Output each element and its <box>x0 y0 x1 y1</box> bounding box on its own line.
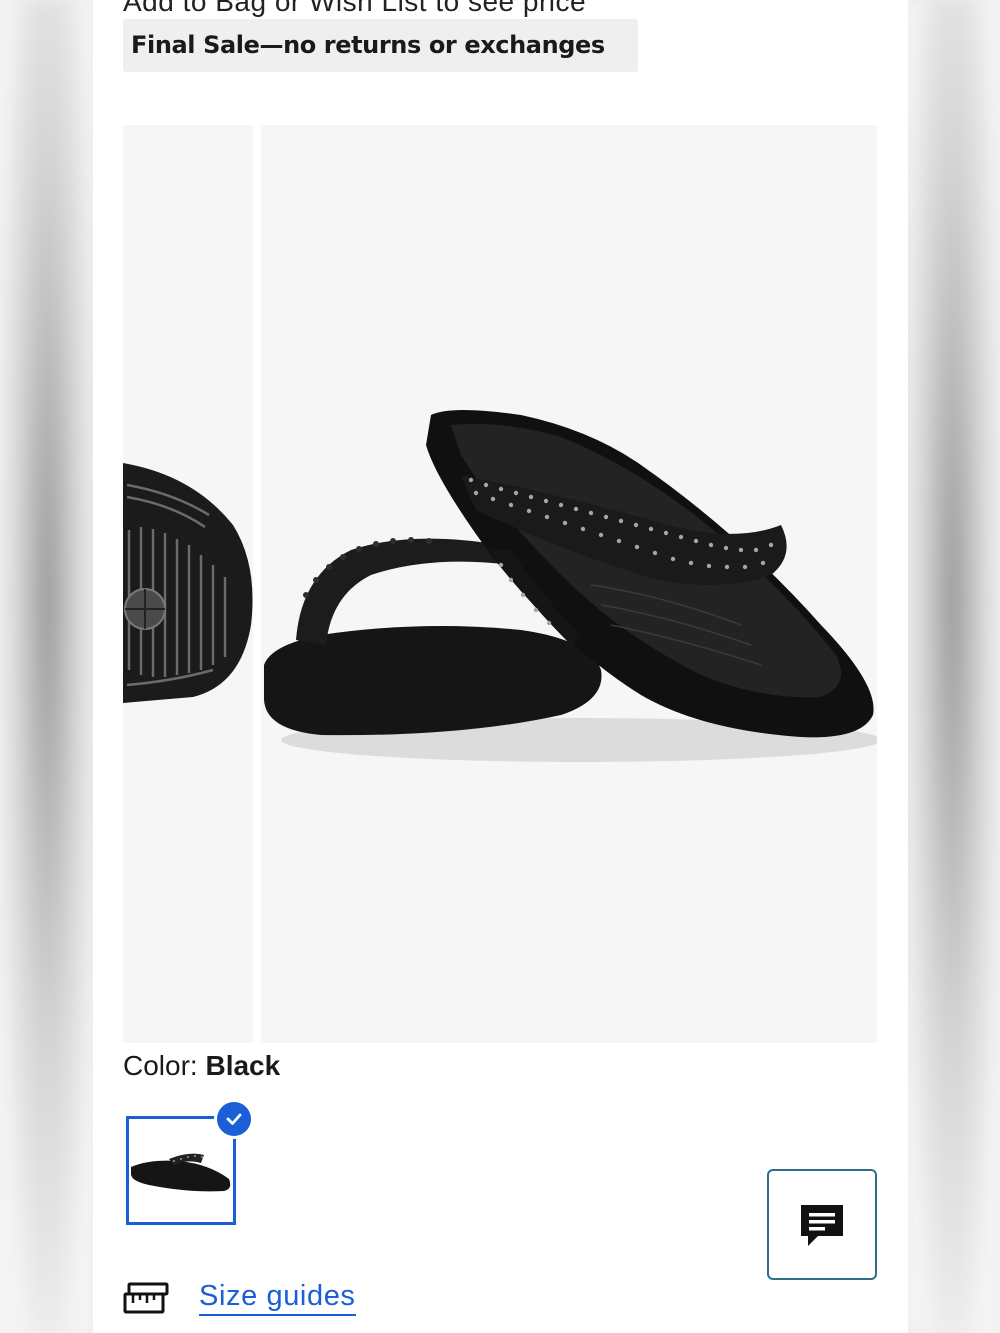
size-guides-row[interactable]: Size guides <box>123 1276 356 1320</box>
color-label: Color: <box>123 1050 198 1081</box>
sandal-pair-image <box>264 410 877 762</box>
final-sale-banner: Final Sale—no returns or exchanges <box>123 19 638 72</box>
sandal-thumbnail-image <box>131 1153 231 1192</box>
size-guides-link[interactable]: Size guides <box>199 1280 356 1316</box>
selected-check-icon <box>214 1099 254 1139</box>
backdrop-left <box>0 0 95 1333</box>
color-value: Black <box>205 1050 281 1081</box>
product-gallery[interactable] <box>123 125 877 1043</box>
price-note: Add to Bag or Wish List to see price <box>123 0 587 17</box>
chat-button[interactable] <box>767 1169 877 1280</box>
product-page: Add to Bag or Wish List to see price Fin… <box>93 0 908 1333</box>
ruler-icon <box>123 1282 169 1314</box>
sandal-sole-image <box>123 463 253 703</box>
gallery-image-sole[interactable] <box>123 125 253 1043</box>
checkmark-icon <box>226 1113 242 1125</box>
backdrop-right <box>905 0 1000 1333</box>
color-selection-label: Color: Black <box>123 1050 280 1082</box>
gallery-image-main[interactable] <box>261 125 877 1043</box>
chat-icon <box>801 1204 843 1246</box>
